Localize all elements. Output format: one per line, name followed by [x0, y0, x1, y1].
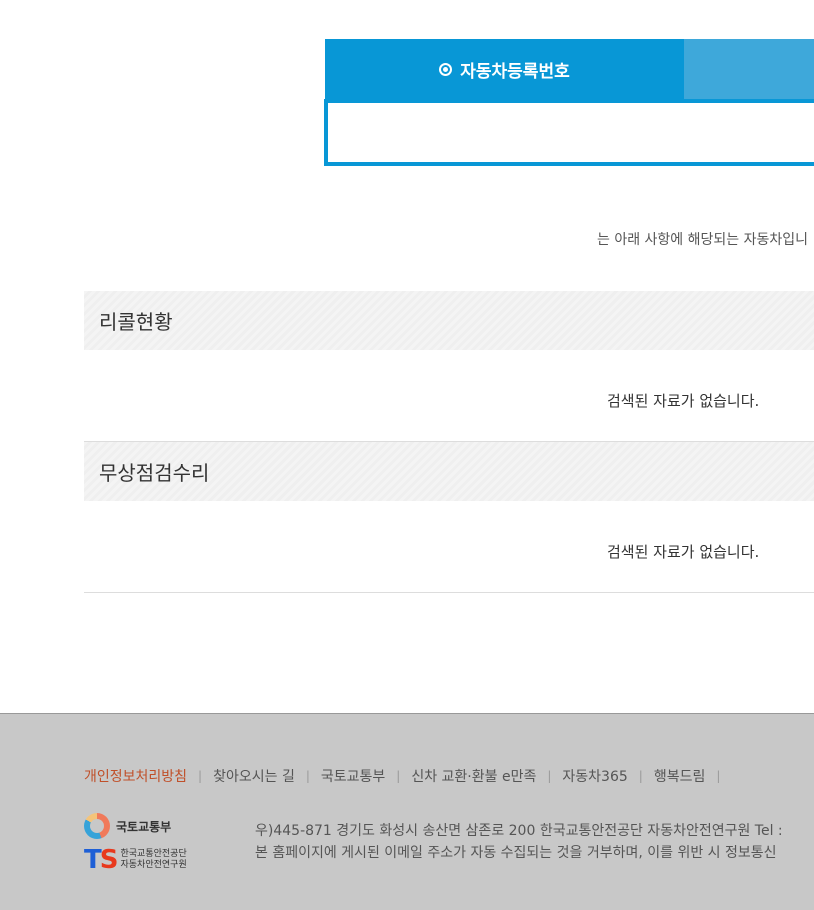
radio-selected-icon	[439, 63, 453, 76]
ts-logo[interactable]: TS 한국교통안전공단 자동차안전연구원	[84, 847, 187, 873]
section-free-inspection: 무상점검수리	[84, 442, 814, 501]
section-free-inspection-title: 무상점검수리	[99, 461, 210, 485]
ts-logo-line1: 한국교통안전공단	[120, 849, 187, 859]
tab-vehicle-number-label: 자동차등록번호	[460, 62, 570, 82]
result-notice: 는 아래 사항에 해당되는 자동차입니	[597, 232, 808, 248]
section-recall-status: 리콜현황	[84, 291, 814, 350]
molit-logo-text: 국토교통부	[116, 819, 172, 834]
footer: 개인정보처리방침 | 찾아오시는 길 | 국토교통부 | 신차 교환·환불 e만…	[0, 713, 814, 910]
footer-address-line1: 우)445-871 경기도 화성시 송산면 삼존로 200 한국교통안전공단 자…	[255, 823, 783, 839]
footer-address: 우)445-871 경기도 화성시 송산면 삼존로 200 한국교통안전공단 자…	[255, 820, 814, 864]
footer-links: 개인정보처리방침 | 찾아오시는 길 | 국토교통부 | 신차 교환·환불 e만…	[84, 766, 731, 786]
footer-link-happy-dream[interactable]: 행복드림	[654, 766, 706, 786]
footer-separator: |	[396, 769, 401, 783]
search-tabs: 자동차등록번호	[325, 39, 814, 100]
recall-empty-message: 검색된 자료가 없습니다.	[607, 392, 760, 410]
ts-logo-line2: 자동차안전연구원	[120, 860, 187, 870]
footer-link-car365[interactable]: 자동차365	[562, 766, 627, 786]
tab-vehicle-number[interactable]: 자동차등록번호	[325, 39, 684, 100]
section-divider	[84, 592, 814, 593]
ts-logo-text: 한국교통안전공단 자동차안전연구원	[120, 849, 186, 871]
footer-separator: |	[198, 769, 203, 783]
molit-logo[interactable]: 국토교통부	[84, 813, 171, 839]
search-box	[324, 99, 814, 166]
footer-separator: |	[547, 769, 552, 783]
ts-mark-icon: TS	[84, 845, 118, 875]
tab-secondary[interactable]	[684, 39, 814, 100]
molit-emblem-icon	[84, 813, 110, 839]
footer-link-directions[interactable]: 찾아오시는 길	[213, 766, 295, 786]
vehicle-number-input[interactable]	[328, 103, 814, 162]
footer-link-molit[interactable]: 국토교통부	[321, 766, 385, 786]
footer-separator: |	[638, 769, 643, 783]
section-recall-title: 리콜현황	[99, 310, 173, 334]
footer-address-line2: 본 홈페이지에 게시된 이메일 주소가 자동 수집되는 것을 거부하며, 이를 …	[255, 845, 777, 861]
free-inspection-empty-message: 검색된 자료가 없습니다.	[607, 543, 760, 561]
footer-link-privacy[interactable]: 개인정보처리방침	[84, 766, 187, 786]
footer-separator: |	[305, 769, 310, 783]
footer-separator: |	[716, 769, 721, 783]
footer-link-lemon[interactable]: 신차 교환·환불 e만족	[411, 766, 536, 786]
